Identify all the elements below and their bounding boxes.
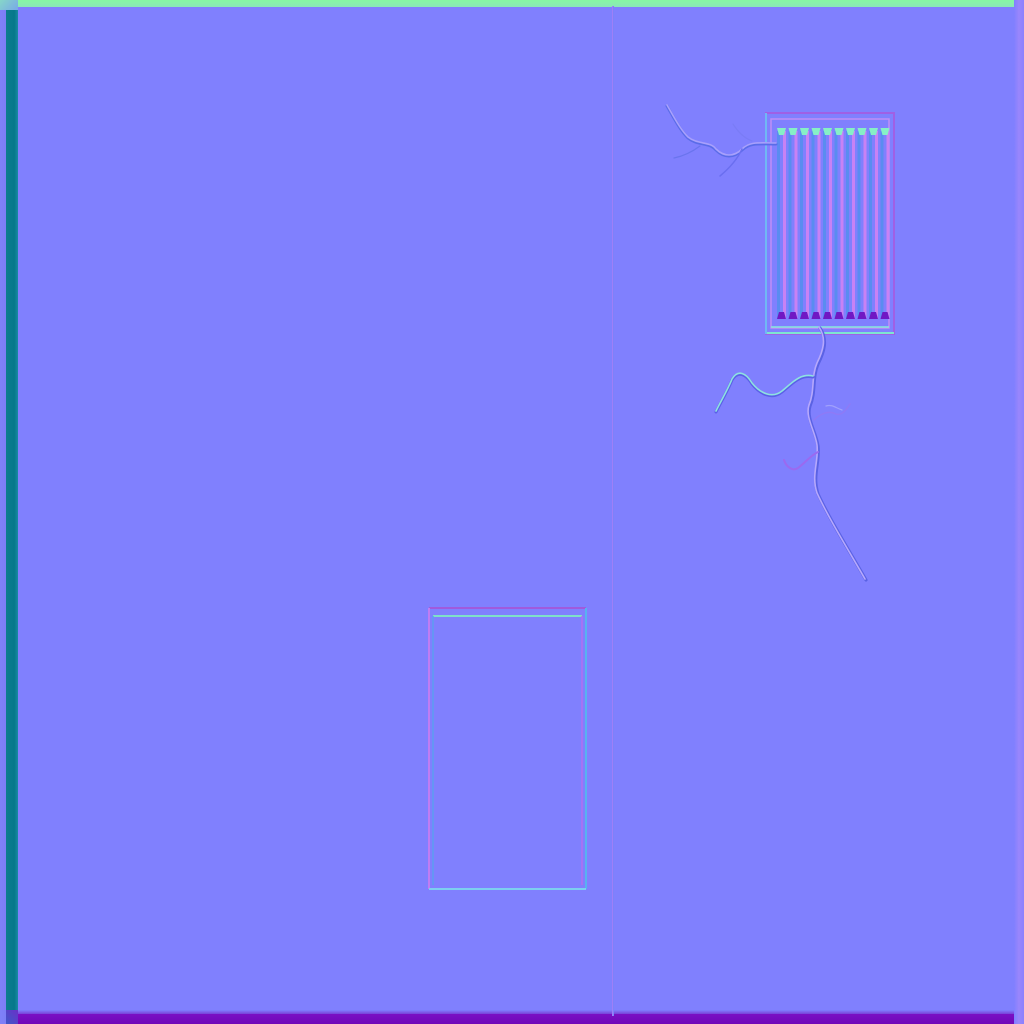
crack-upper [665, 104, 778, 177]
crack-lower-branch-east-2 [825, 404, 843, 411]
crack-lower-branch-sw [783, 451, 819, 471]
normal-map-canvas [0, 0, 1024, 1024]
crack-lower-branch-west [715, 372, 814, 412]
crack-upper-branch-3 [732, 123, 753, 142]
crack-lower [714, 326, 868, 582]
crack-upper-branch-2 [673, 145, 701, 159]
cracks-layer [665, 104, 868, 582]
